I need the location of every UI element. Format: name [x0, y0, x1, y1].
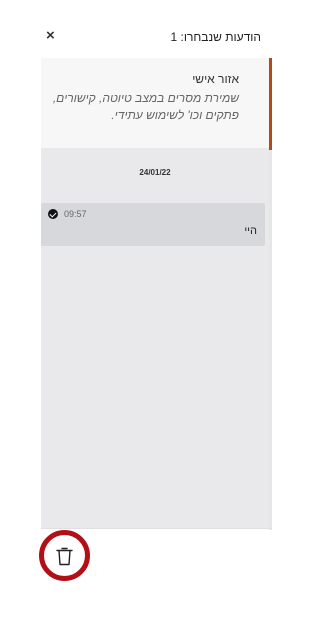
- saved-messages-panel: × הודעות שנבחרו: 1 אזור אישי שמירת מסרים…: [0, 0, 272, 641]
- message-text: היי: [244, 225, 257, 237]
- personal-area-banner: אזור אישי שמירת מסרים במצב טיוטה, קישורי…: [41, 58, 269, 148]
- background-edge-lower: [269, 150, 272, 530]
- banner-title: אזור אישי: [192, 72, 239, 86]
- trash-icon: [56, 547, 73, 566]
- message-bubble[interactable]: 09:57 היי: [41, 203, 265, 246]
- delete-button[interactable]: [39, 530, 90, 581]
- footer-divider: [41, 528, 272, 529]
- banner-description: שמירת מסרים במצב טיוטה, קישורים, פתקים ו…: [52, 91, 239, 122]
- check-circle-icon[interactable]: [48, 209, 58, 219]
- date-divider: 24/01/22: [139, 168, 171, 177]
- selection-header: × הודעות שנבחרו: 1: [0, 0, 272, 58]
- message-time: 09:57: [64, 209, 87, 219]
- selected-count-title: הודעות שנבחרו: 1: [170, 30, 262, 44]
- background-edge: [269, 58, 272, 150]
- close-icon[interactable]: ×: [46, 28, 55, 44]
